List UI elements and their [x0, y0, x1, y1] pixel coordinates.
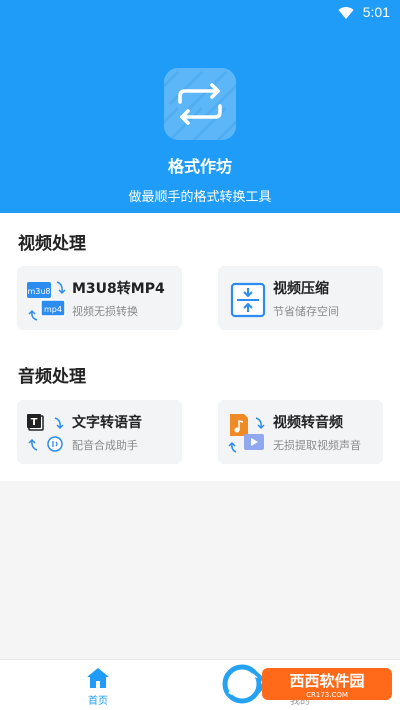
svg-text:mp4: mp4	[44, 305, 62, 314]
app-slogan: 做最顺手的格式转换工具	[128, 190, 272, 205]
m3u8-to-mp4-icon: m3u8 mp4	[27, 281, 66, 321]
main-content: 视频处理 m3u8 mp4 M3U8转MP4 视频无损转换 视频压缩 节省储存空…	[0, 213, 400, 481]
wifi-icon	[338, 7, 354, 20]
app-header: 5:01 格式作坊 做最顺手的格式转换工具	[0, 0, 400, 213]
card-title: 视频转音频	[273, 415, 343, 431]
card-subtitle: 配音合成助手	[72, 439, 138, 452]
card-video-compress[interactable]: 视频压缩 节省储存空间	[218, 266, 383, 330]
section-title-audio: 音频处理	[18, 367, 86, 387]
card-video-to-audio[interactable]: 视频转音频 无损提取视频声音	[218, 400, 383, 464]
card-subtitle: 视频无损转换	[72, 305, 138, 318]
status-time: 5:01	[362, 4, 390, 20]
card-title: M3U8转MP4	[72, 281, 165, 297]
card-title: 文字转语音	[72, 415, 142, 431]
svg-text:CR173.COM: CR173.COM	[306, 691, 348, 699]
status-bar: 5:01	[0, 0, 400, 26]
svg-text:T: T	[31, 417, 38, 428]
watermark-logo: 西西软件园 CR173.COM	[222, 664, 392, 704]
card-subtitle: 无损提取视频声音	[273, 439, 361, 452]
card-text-to-speech[interactable]: T 文字转语音 配音合成助手	[17, 400, 182, 464]
text-to-speech-icon: T	[27, 414, 64, 452]
tab-home[interactable]: 首页	[38, 660, 158, 710]
home-icon	[87, 668, 109, 688]
svg-text:西西软件园: 西西软件园	[289, 672, 364, 690]
section-title-video: 视频处理	[18, 234, 86, 254]
svg-text:m3u8: m3u8	[27, 287, 50, 296]
card-m3u8-to-mp4[interactable]: m3u8 mp4 M3U8转MP4 视频无损转换	[17, 266, 182, 330]
app-name: 格式作坊	[167, 157, 232, 176]
video-to-audio-icon	[228, 414, 265, 453]
card-subtitle: 节省储存空间	[273, 305, 339, 318]
app-logo	[164, 68, 236, 140]
compress-icon	[230, 282, 266, 318]
repeat-icon	[178, 83, 222, 125]
card-title: 视频压缩	[273, 281, 329, 297]
tab-label: 首页	[88, 696, 108, 707]
